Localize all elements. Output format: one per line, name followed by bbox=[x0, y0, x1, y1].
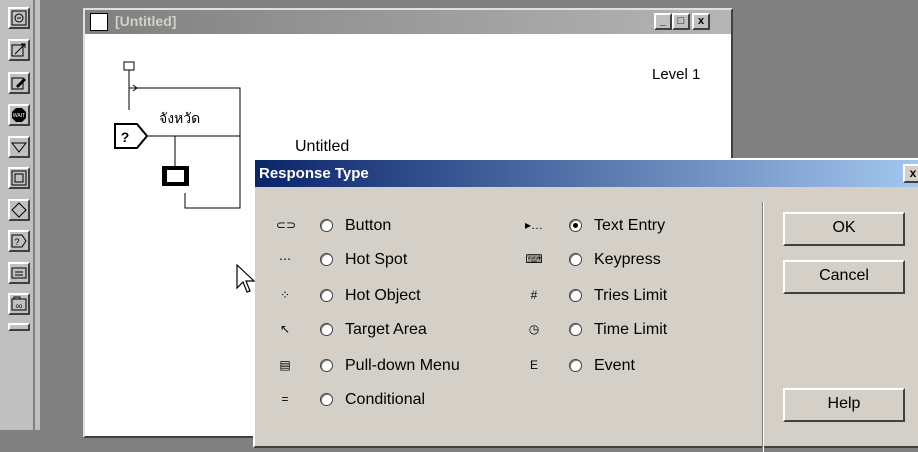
option-conditional[interactable]: = Conditional bbox=[276, 391, 476, 411]
option-label: Hot Object bbox=[345, 287, 421, 304]
radio-button[interactable] bbox=[320, 393, 333, 406]
radio-button[interactable] bbox=[320, 253, 333, 266]
option-button[interactable]: ⊂⊃ Button bbox=[276, 217, 476, 237]
option-label: Text Entry bbox=[594, 217, 666, 234]
radio-button[interactable] bbox=[569, 253, 582, 266]
help-button[interactable]: Help bbox=[783, 388, 905, 422]
event-icon: E bbox=[529, 358, 538, 372]
radio-button[interactable] bbox=[320, 219, 333, 232]
cancel-button[interactable]: Cancel bbox=[783, 260, 905, 294]
interaction-icon[interactable]: ? bbox=[8, 230, 30, 252]
option-keypress[interactable]: ⌨ Keypress bbox=[525, 251, 725, 271]
erase-icon[interactable] bbox=[8, 72, 30, 94]
text-entry-icon: ▸… bbox=[525, 218, 544, 232]
window-title: [Untitled] bbox=[115, 13, 177, 29]
display-icon[interactable] bbox=[8, 7, 30, 29]
option-label: Button bbox=[345, 217, 392, 234]
map-icon[interactable]: oo bbox=[8, 293, 30, 315]
svg-text:WAIT: WAIT bbox=[13, 113, 25, 119]
palette-edge bbox=[33, 0, 35, 430]
time-limit-icon: ◷ bbox=[528, 322, 540, 336]
option-tries-limit[interactable]: # Tries Limit bbox=[525, 287, 725, 307]
button-response-icon: ⊂⊃ bbox=[276, 218, 297, 232]
svg-text:?: ? bbox=[121, 129, 130, 145]
level-label: Level 1 bbox=[652, 66, 701, 83]
more-icon[interactable] bbox=[8, 323, 30, 331]
pull-down-menu-icon: ▤ bbox=[279, 358, 291, 372]
dialog-title: Response Type bbox=[259, 165, 369, 182]
mouse-cursor-icon bbox=[236, 264, 256, 293]
flowline-titlebar[interactable]: [Untitled] _ □ x bbox=[85, 10, 731, 34]
option-label: Tries Limit bbox=[594, 287, 668, 304]
wait-icon[interactable]: WAIT bbox=[8, 104, 30, 126]
dialog-separator bbox=[762, 202, 764, 452]
tries-limit-icon: # bbox=[530, 288, 538, 302]
keypress-icon: ⌨ bbox=[525, 252, 543, 266]
radio-button-selected[interactable] bbox=[569, 219, 582, 232]
dialog-close-button[interactable]: x bbox=[903, 164, 918, 183]
radio-button[interactable] bbox=[320, 359, 333, 372]
dialog-titlebar[interactable]: Response Type bbox=[255, 160, 918, 187]
option-label: Target Area bbox=[345, 321, 427, 338]
decision-icon[interactable] bbox=[8, 199, 30, 221]
minimize-button[interactable]: _ bbox=[654, 13, 672, 30]
radio-button[interactable] bbox=[320, 289, 333, 302]
option-pull-down-menu[interactable]: ▤ Pull-down Menu bbox=[276, 357, 496, 377]
option-label: Keypress bbox=[594, 251, 661, 268]
radio-button[interactable] bbox=[569, 289, 582, 302]
close-button[interactable]: x bbox=[692, 13, 710, 30]
target-area-icon: ↖ bbox=[279, 322, 291, 336]
animation-icon[interactable] bbox=[8, 39, 30, 61]
svg-text:?: ? bbox=[14, 237, 19, 247]
option-label: Event bbox=[594, 357, 635, 374]
response-icon-label[interactable]: จังหวัด bbox=[159, 108, 200, 130]
response-type-dialog: Response Type x ⊂⊃ Button ⋯ Hot Spot ⁘ H… bbox=[253, 158, 918, 452]
option-target-area[interactable]: ↖ Target Area bbox=[276, 321, 476, 341]
option-event[interactable]: E Event bbox=[525, 357, 725, 377]
hot-object-icon: ⁘ bbox=[279, 288, 291, 302]
calculation-icon[interactable] bbox=[8, 262, 30, 284]
hot-spot-icon: ⋯ bbox=[279, 252, 291, 266]
option-time-limit[interactable]: ◷ Time Limit bbox=[525, 321, 725, 341]
option-hot-object[interactable]: ⁘ Hot Object bbox=[276, 287, 476, 307]
icon-palette: WAIT ? oo bbox=[0, 0, 40, 430]
ok-button[interactable]: OK bbox=[783, 212, 905, 246]
option-label: Conditional bbox=[345, 391, 426, 408]
option-label: Pull-down Menu bbox=[345, 357, 460, 374]
option-hot-spot[interactable]: ⋯ Hot Spot bbox=[276, 251, 476, 271]
framework-icon[interactable] bbox=[8, 167, 30, 189]
maximize-button[interactable]: □ bbox=[672, 13, 690, 30]
svg-text:oo: oo bbox=[16, 304, 23, 310]
radio-button[interactable] bbox=[569, 359, 582, 372]
untitled-label: Untitled bbox=[295, 138, 350, 155]
option-label: Hot Spot bbox=[345, 251, 408, 268]
option-label: Time Limit bbox=[594, 321, 668, 338]
map-icon bbox=[90, 13, 108, 31]
navigate-icon[interactable] bbox=[8, 136, 30, 158]
option-text-entry[interactable]: ▸… Text Entry bbox=[525, 217, 725, 237]
radio-button[interactable] bbox=[320, 323, 333, 336]
conditional-icon: = bbox=[281, 392, 289, 406]
radio-button[interactable] bbox=[569, 323, 582, 336]
